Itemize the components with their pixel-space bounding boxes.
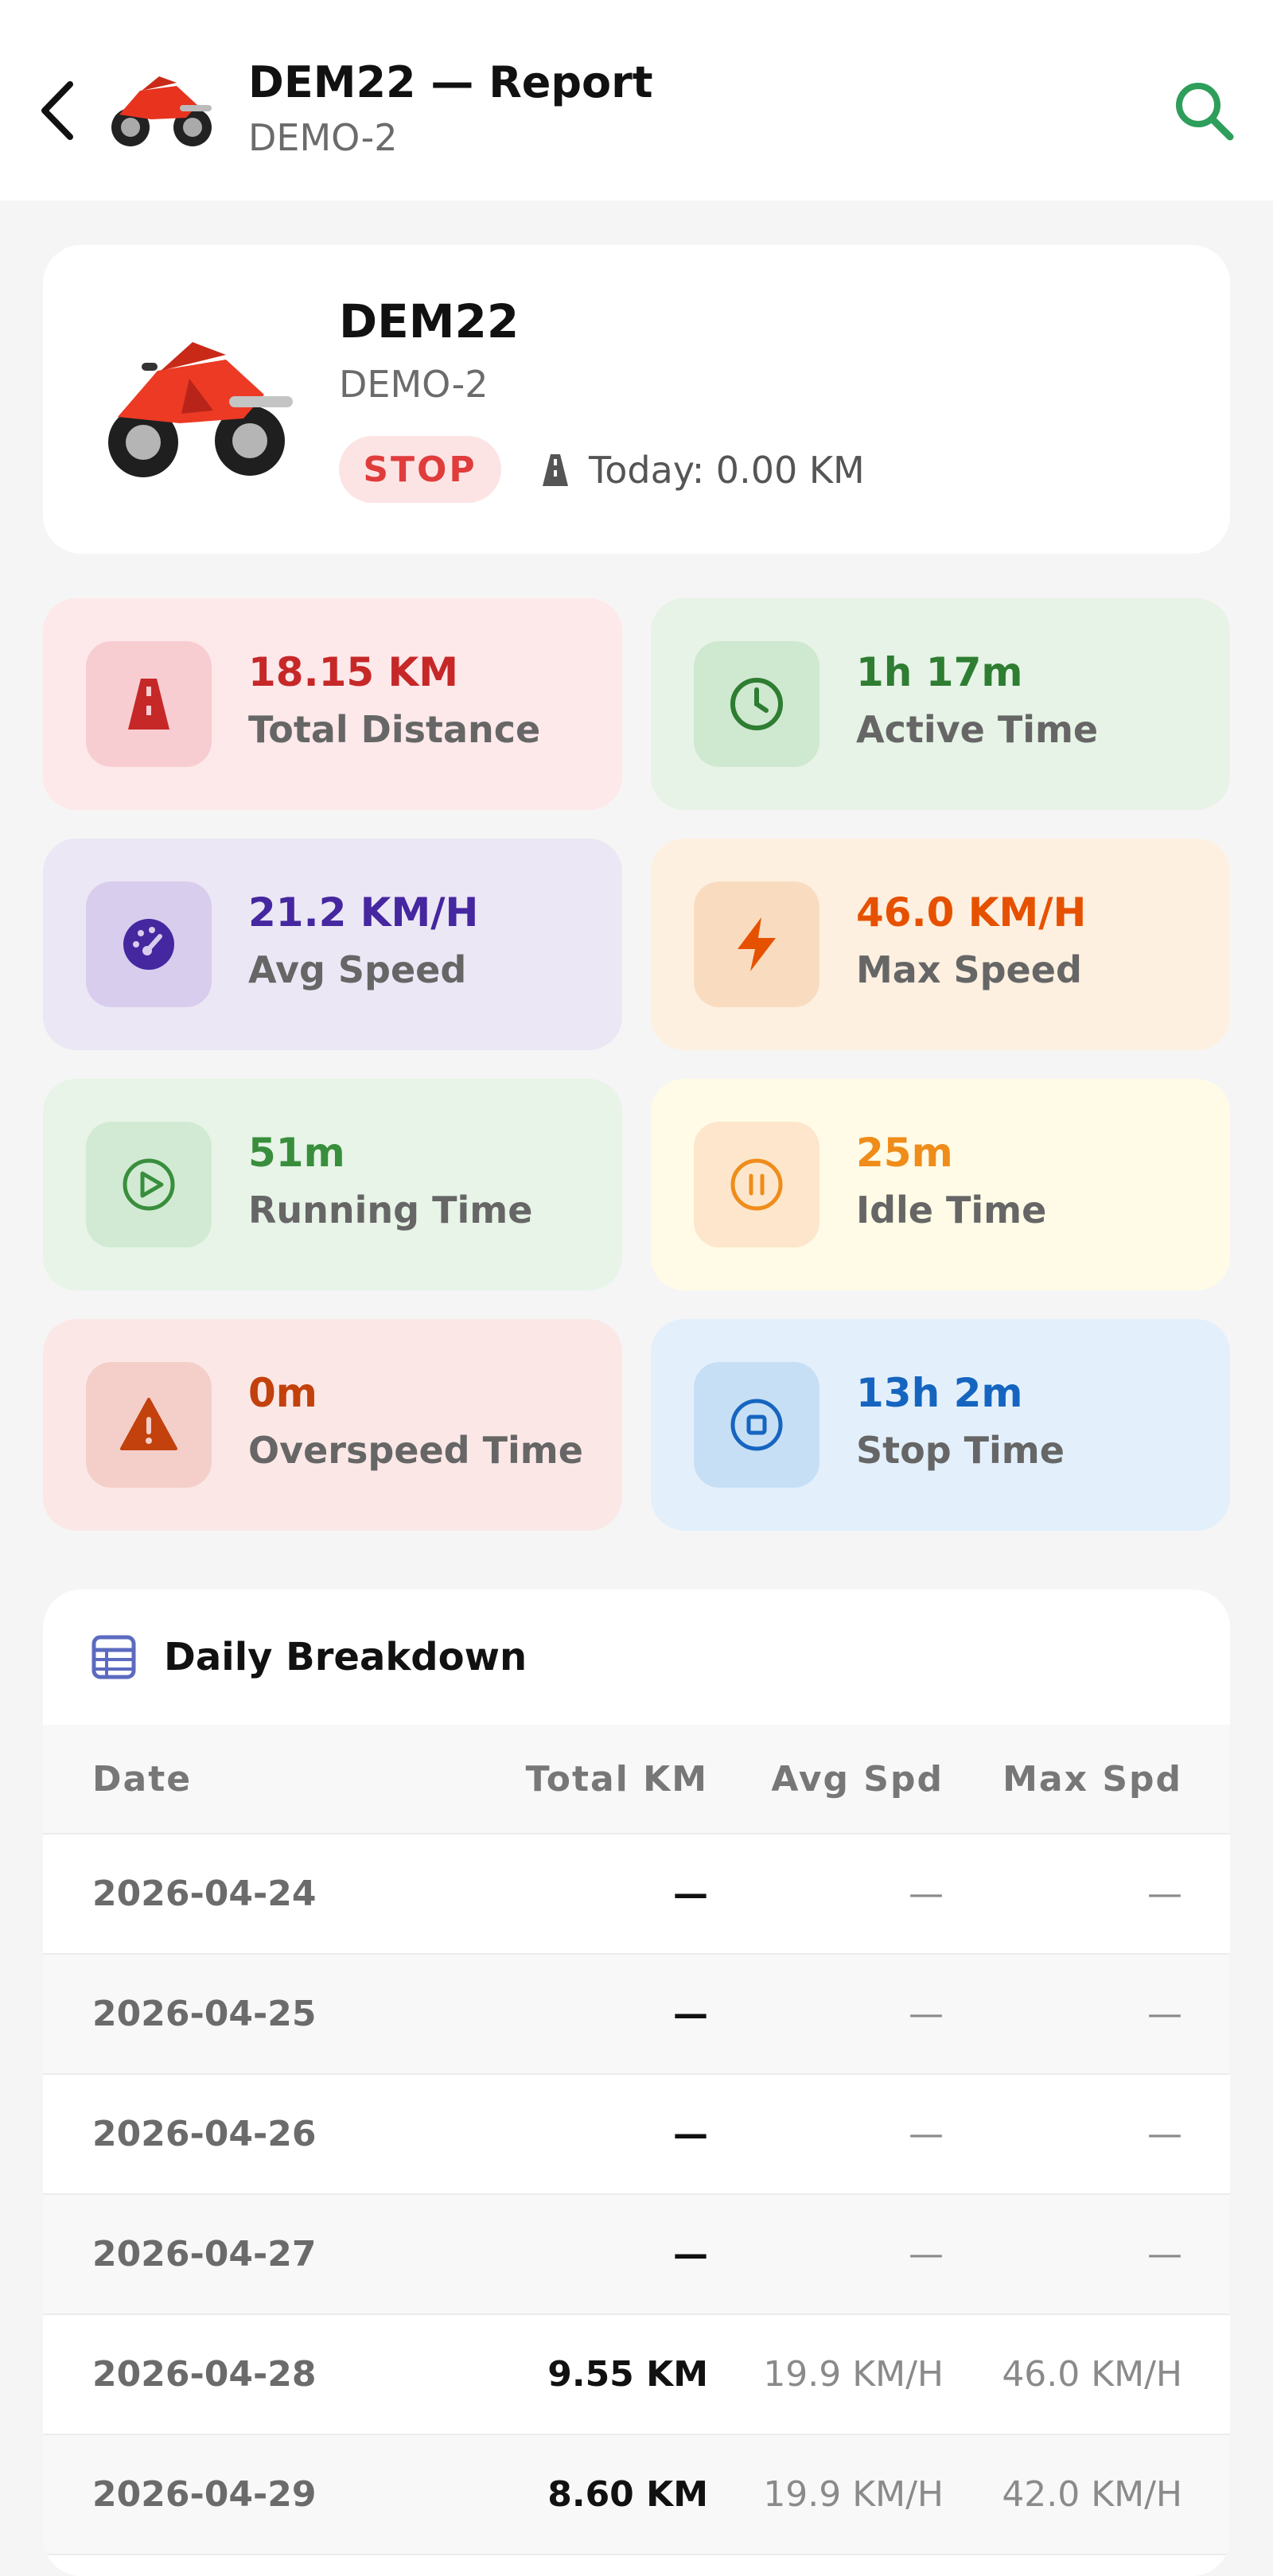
row-date: 2026-04-27: [92, 2234, 317, 2274]
stat-label: Active Time: [856, 708, 1099, 751]
row-date: 2026-04-25: [92, 1994, 317, 2034]
column-header-avg-spd: Avg Spd: [771, 1758, 944, 1800]
stat-value: 13h 2m: [856, 1370, 1023, 1416]
breakdown-table: Date Total KM Avg Spd Max Spd 2026-04-24…: [43, 1725, 1230, 2555]
row-max-speed: —: [1147, 1994, 1182, 2034]
table-icon: [91, 1635, 136, 1679]
row-max-speed: —: [1147, 2234, 1182, 2274]
today-distance-label: Today: 0.00 KM: [589, 449, 865, 492]
stat-overspeed-time: 0m Overspeed Time: [43, 1319, 622, 1531]
pause-circle-icon: [730, 1158, 783, 1211]
table-row: 2026-04-29 8.60 KM 19.9 KM/H 42.0 KM/H: [43, 2435, 1230, 2555]
bolt-icon: [738, 917, 776, 971]
stat-label: Idle Time: [856, 1189, 1047, 1232]
stat-value: 21.2 KM/H: [248, 889, 479, 936]
row-total-km: —: [673, 2234, 708, 2274]
column-header-date: Date: [92, 1758, 193, 1800]
row-avg-speed: —: [909, 1994, 944, 2034]
stat-icon-box: [694, 641, 819, 767]
row-avg-speed: —: [909, 2114, 944, 2154]
page-subtitle: DEMO-2: [248, 116, 398, 159]
road-icon: [128, 679, 169, 730]
row-total-km: —: [673, 1874, 708, 1914]
stat-icon-box: [86, 1362, 212, 1488]
search-button[interactable]: [1170, 76, 1236, 143]
table-header-row: Date Total KM Avg Spd Max Spd: [43, 1725, 1230, 1835]
stat-running-time: 51m Running Time: [43, 1079, 622, 1290]
row-max-speed: 42.0 KM/H: [1002, 2474, 1182, 2515]
stat-label: Avg Speed: [248, 948, 467, 991]
row-date: 2026-04-28: [92, 2354, 317, 2395]
stat-label: Stop Time: [856, 1429, 1065, 1472]
row-total-km: 9.55 KM: [547, 2354, 708, 2395]
stat-icon-box: [86, 881, 212, 1007]
row-date: 2026-04-29: [92, 2474, 317, 2515]
stat-label: Overspeed Time: [248, 1429, 583, 1472]
speedometer-icon: [123, 919, 174, 970]
row-max-speed: 46.0 KM/H: [1002, 2354, 1182, 2395]
stat-icon-box: [694, 1362, 819, 1488]
app-bar: DEM22 — Report DEMO-2: [0, 0, 1273, 200]
stat-idle-time: 25m Idle Time: [651, 1079, 1230, 1290]
row-avg-speed: 19.9 KM/H: [763, 2474, 944, 2515]
row-avg-speed: —: [909, 1874, 944, 1914]
table-row: 2026-04-24 — — —: [43, 1835, 1230, 1955]
vehicle-plate: DEMO-2: [339, 363, 489, 406]
row-date: 2026-04-24: [92, 1874, 317, 1914]
page-title: DEM22 — Report: [248, 57, 653, 107]
column-header-max-spd: Max Spd: [1002, 1758, 1182, 1800]
daily-breakdown-card: Daily Breakdown Date Total KM Avg Spd Ma…: [43, 1590, 1230, 2576]
column-header-total-km: Total KM: [525, 1758, 708, 1800]
stat-max-speed: 46.0 KM/H Max Speed: [651, 839, 1230, 1050]
vehicle-name: DEM22: [339, 294, 520, 348]
stat-value: 51m: [248, 1130, 345, 1176]
stat-icon-box: [86, 641, 212, 767]
motorcycle-thumbnail: [111, 76, 212, 146]
stat-value: 46.0 KM/H: [856, 889, 1087, 936]
today-distance: Today: 0.00 KM: [536, 442, 865, 498]
clock-icon: [730, 678, 783, 730]
row-date: 2026-04-26: [92, 2114, 317, 2154]
chevron-left-icon: [41, 81, 73, 140]
stat-label: Running Time: [248, 1189, 533, 1232]
stat-icon-box: [694, 881, 819, 1007]
stat-icon-box: [694, 1122, 819, 1247]
stat-label: Total Distance: [248, 708, 541, 751]
status-badge: STOP: [339, 436, 501, 503]
breakdown-title: Daily Breakdown: [164, 1635, 527, 1679]
vehicle-card: DEM22 DEMO-2 STOP Today: 0.00 KM: [43, 245, 1230, 554]
table-row: 2026-04-27 — — —: [43, 2195, 1230, 2315]
stat-value: 18.15 KM: [248, 649, 459, 695]
row-max-speed: —: [1147, 2114, 1182, 2154]
row-avg-speed: —: [909, 2234, 944, 2274]
motorcycle-image: [108, 342, 293, 477]
row-max-speed: —: [1147, 1874, 1182, 1914]
breakdown-header: Daily Breakdown: [43, 1590, 1230, 1725]
warning-icon: [120, 1398, 177, 1450]
stat-icon-box: [86, 1122, 212, 1247]
stat-stop-time: 13h 2m Stop Time: [651, 1319, 1230, 1531]
row-total-km: —: [673, 1994, 708, 2034]
stat-value: 1h 17m: [856, 649, 1023, 695]
stat-label: Max Speed: [856, 948, 1082, 991]
stat-avg-speed: 21.2 KM/H Avg Speed: [43, 839, 622, 1050]
table-row: 2026-04-25 — — —: [43, 1955, 1230, 2075]
table-row: 2026-04-26 — — —: [43, 2075, 1230, 2195]
row-total-km: 8.60 KM: [547, 2474, 708, 2515]
row-avg-speed: 19.9 KM/H: [763, 2354, 944, 2395]
stat-value: 25m: [856, 1130, 953, 1176]
back-button[interactable]: [35, 78, 80, 143]
stat-value: 0m: [248, 1370, 317, 1416]
play-circle-icon: [123, 1158, 175, 1211]
stat-total-distance: 18.15 KM Total Distance: [43, 598, 622, 810]
search-icon: [1176, 83, 1234, 141]
stat-active-time: 1h 17m Active Time: [651, 598, 1230, 810]
table-row: 2026-04-28 9.55 KM 19.9 KM/H 46.0 KM/H: [43, 2315, 1230, 2435]
row-total-km: —: [673, 2114, 708, 2154]
road-icon: [543, 454, 568, 486]
stop-circle-icon: [730, 1399, 783, 1451]
